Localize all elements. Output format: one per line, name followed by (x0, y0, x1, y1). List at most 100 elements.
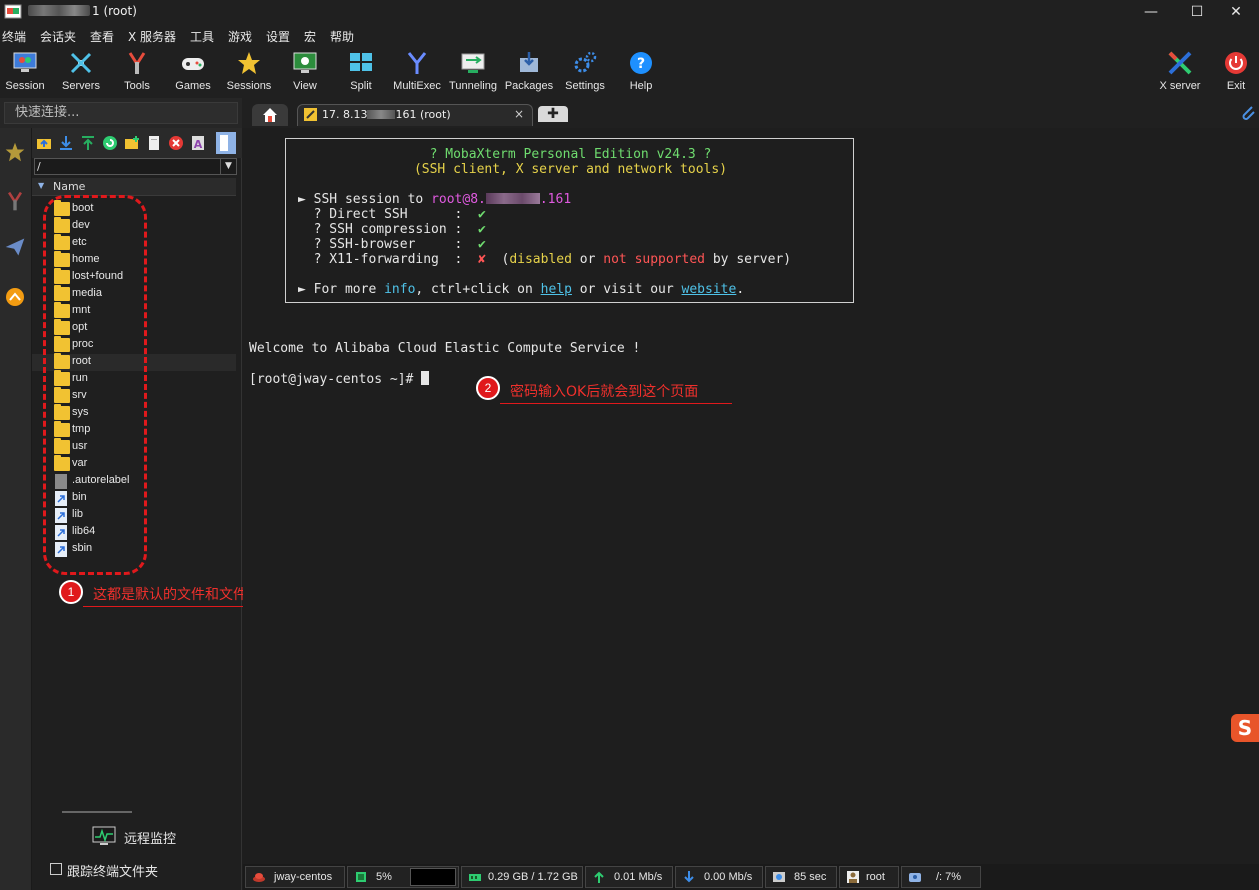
quick-connect-bar: 快速连接... (0, 98, 242, 128)
status-upload: 0.01 Mb/s (585, 866, 673, 888)
menu-terminal[interactable]: 终端 (2, 28, 26, 45)
packages-button[interactable]: Packages (501, 48, 557, 96)
close-window-button[interactable]: ✕ (1213, 0, 1259, 26)
close-tab-button[interactable]: × (514, 107, 524, 121)
main-toolbar: Session Servers Tools Games Sessions Vie… (0, 46, 1259, 98)
games-button[interactable]: Games (165, 48, 221, 96)
sftp-sidebar-button[interactable] (0, 278, 31, 316)
sogou-ime-icon[interactable]: S (1231, 714, 1259, 742)
tab-bar: 17. 8.13 161 (root) × ✚ (242, 98, 1259, 128)
title-bar: 1 (root) — ☐ ✕ (0, 0, 1259, 26)
session-tab[interactable]: 17. 8.13 161 (root) × (297, 104, 533, 126)
cpu-graph (410, 868, 456, 886)
quick-connect-input[interactable]: 快速连接... (4, 102, 238, 124)
session-button[interactable]: Session (0, 48, 53, 96)
terminal-area[interactable]: ? MobaXterm Personal Edition v24.3 ? (SS… (243, 128, 1259, 864)
ssh-session-line: ► SSH session to root@8. .161 (298, 192, 571, 207)
xserver-button[interactable]: X server (1152, 48, 1208, 96)
tunneling-icon (461, 53, 485, 73)
exit-button[interactable]: Exit (1208, 48, 1259, 96)
rename-icon[interactable]: A (190, 135, 206, 151)
menu-macros[interactable]: 宏 (304, 28, 316, 45)
x11-open-paren: ( (485, 252, 510, 267)
ssh-compression-line: ? SSH compression : ✔ (298, 222, 486, 237)
text-cursor (421, 371, 430, 385)
multiexec-button[interactable]: MultiExec (389, 48, 445, 96)
sessions-sidebar-button[interactable] (0, 132, 31, 170)
check-icon: ✔ (478, 237, 486, 252)
checkbox-box[interactable] (50, 863, 62, 875)
chevron-down-icon[interactable]: ▼ (220, 159, 236, 174)
menu-view[interactable]: 查看 (90, 28, 114, 45)
refresh-icon[interactable] (102, 135, 118, 151)
menu-x-server[interactable]: X 服务器 (128, 28, 176, 45)
menu-sessions-folder[interactable]: 会话夹 (40, 28, 76, 45)
path-field[interactable]: / ▼ (34, 158, 237, 175)
help-icon: ? (630, 52, 652, 74)
home-tab[interactable] (252, 104, 288, 126)
menu-settings[interactable]: 设置 (266, 28, 290, 45)
ssh-tab-icon (304, 108, 317, 121)
macros-sidebar-button[interactable] (0, 228, 31, 266)
menu-games[interactable]: 游戏 (228, 28, 252, 45)
disabled-text: disabled (509, 252, 572, 267)
name-column-header[interactable]: ▼ Name (32, 178, 236, 196)
tools-button[interactable]: Tools (109, 48, 165, 96)
sessions-button[interactable]: Sessions (221, 48, 277, 96)
period-text: . (736, 282, 745, 297)
parent-folder-icon[interactable] (36, 135, 52, 151)
annotation-badge-1: 1 (59, 580, 83, 604)
download-icon[interactable] (58, 135, 74, 151)
toggle-view-icon[interactable] (216, 132, 236, 154)
window-title-text: 1 (root) (92, 4, 137, 18)
help-button[interactable]: ? Help (613, 48, 669, 96)
servers-button[interactable]: Servers (53, 48, 109, 96)
annotation-text-2: 密码输入OK后就会到这个页面 (510, 384, 699, 400)
minimize-button[interactable]: — (1128, 0, 1174, 26)
ctrl-click-text: , ctrl+click on (415, 282, 541, 297)
left-sidebar-strip (0, 128, 32, 890)
follow-terminal-folder-checkbox[interactable]: 跟踪终端文件夹 (50, 860, 240, 880)
redacted-block (28, 5, 90, 16)
paperclip-icon[interactable] (1240, 104, 1256, 122)
tools-sidebar-button[interactable] (0, 182, 31, 220)
view-button[interactable]: View (277, 48, 333, 96)
delete-icon[interactable] (168, 135, 184, 151)
shell-prompt-line[interactable]: [root@jway-centos ~]# (249, 371, 430, 387)
download-arrow-icon (684, 871, 694, 883)
split-icon (350, 53, 372, 71)
session-tab-label: 17. 8.13 161 (root) (322, 108, 451, 121)
monitor-chart-icon (92, 826, 116, 845)
session-tab-host-end: 161 (root) (395, 108, 451, 121)
x-server-icon (1168, 51, 1192, 75)
not-supported-text: not supported (603, 252, 706, 267)
banner-title: ? MobaXterm Personal Edition v24.3 ? (429, 147, 712, 162)
ssh-browser-label: ? SSH-browser : (298, 237, 479, 252)
sftp-icon (6, 288, 24, 306)
tools-icon (8, 191, 22, 211)
split-button[interactable]: Split (333, 48, 389, 96)
menu-bar: 终端 会话夹 查看 X 服务器 工具 游戏 设置 宏 帮助 (0, 26, 1259, 46)
upload-icon[interactable] (80, 135, 96, 151)
tunneling-button[interactable]: Tunneling (445, 48, 501, 96)
redacted-block (485, 193, 540, 204)
new-file-icon[interactable] (146, 135, 162, 151)
website-link[interactable]: website (682, 282, 737, 297)
disk-usage: /: 7% (936, 871, 962, 883)
packages-icon (520, 52, 538, 72)
gamepad-icon (182, 58, 204, 70)
more-info-line: ► For more info, ctrl+click on help or v… (298, 282, 744, 297)
status-disk: /: 7% (901, 866, 981, 888)
menu-help[interactable]: 帮助 (330, 28, 354, 45)
star-icon (238, 52, 260, 74)
menu-tools[interactable]: 工具 (190, 28, 214, 45)
uptime-icon (773, 872, 785, 882)
new-folder-icon[interactable] (124, 135, 140, 151)
user-name: root (866, 871, 885, 883)
annotation-underline-2 (500, 403, 732, 404)
help-link[interactable]: help (541, 282, 572, 297)
welcome-message: Welcome to Alibaba Cloud Elastic Compute… (249, 341, 641, 356)
new-tab-button[interactable]: ✚ (538, 106, 568, 122)
redacted-block (367, 110, 396, 119)
settings-button[interactable]: Settings (557, 48, 613, 96)
